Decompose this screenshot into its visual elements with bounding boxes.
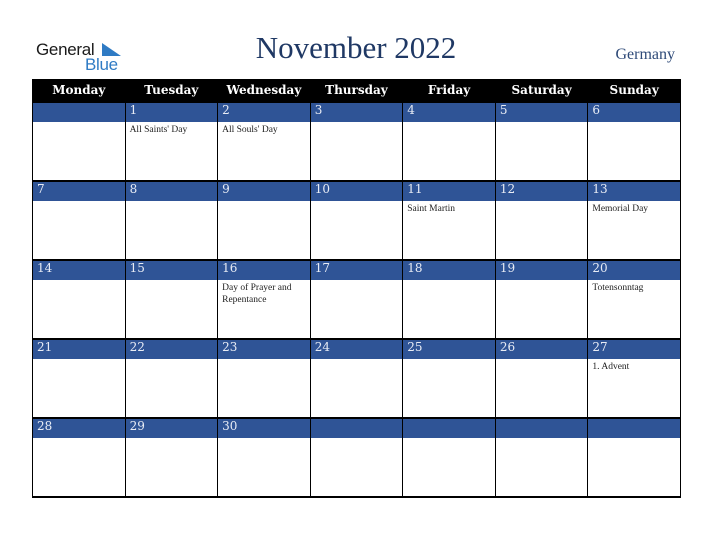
day-cell-event — [494, 201, 589, 260]
day-cell-event — [124, 280, 219, 339]
day-cell-event — [309, 201, 404, 260]
week-number-row: 28 29 30 — [32, 417, 681, 438]
day-cell-event — [124, 359, 219, 418]
day-number: 17 — [309, 259, 404, 280]
day-number: 7 — [32, 180, 126, 201]
day-cell-event — [402, 438, 496, 498]
day-cell-event — [217, 438, 311, 498]
day-cell-event — [309, 438, 404, 498]
day-number: 18 — [402, 259, 496, 280]
week-number-row: 21 22 23 24 25 26 27 — [32, 338, 681, 359]
day-number: 22 — [124, 338, 219, 359]
day-cell-event: All Saints' Day — [124, 122, 219, 181]
weekday-header-row: Monday Tuesday Wednesday Thursday Friday… — [32, 79, 681, 102]
weekday-header: Friday — [402, 79, 496, 102]
day-number: 30 — [217, 417, 311, 438]
day-number: 19 — [494, 259, 589, 280]
day-cell-event: 1. Advent — [587, 359, 681, 418]
weekday-header: Saturday — [494, 79, 589, 102]
day-number: 3 — [309, 101, 404, 122]
weekday-header: Wednesday — [217, 79, 311, 102]
day-cell-event — [309, 280, 404, 339]
day-cell-event — [587, 438, 681, 498]
day-cell-event — [32, 359, 126, 418]
day-number: 24 — [309, 338, 404, 359]
day-number: 21 — [32, 338, 126, 359]
week-number-row: 14 15 16 17 18 19 20 — [32, 259, 681, 280]
day-cell-event — [494, 122, 589, 181]
day-cell-event: Day of Prayer and Repentance — [217, 280, 311, 339]
day-number: 12 — [494, 180, 589, 201]
day-number: 29 — [124, 417, 219, 438]
country-label: Germany — [615, 46, 675, 63]
day-number: 16 — [217, 259, 311, 280]
day-number — [494, 417, 589, 438]
weekday-header: Monday — [32, 79, 126, 102]
day-cell-event — [217, 359, 311, 418]
day-number — [587, 417, 681, 438]
day-number: 5 — [494, 101, 589, 122]
day-cell-event: Totensonntag — [587, 280, 681, 339]
day-cell-event — [124, 201, 219, 260]
week-events-row — [32, 438, 681, 498]
day-cell-event — [309, 122, 404, 181]
day-cell-event — [587, 122, 681, 181]
day-number: 27 — [587, 338, 681, 359]
day-cell-event: Saint Martin — [402, 201, 496, 260]
day-cell-event — [309, 359, 404, 418]
weekday-header: Thursday — [309, 79, 404, 102]
day-cell-event — [494, 280, 589, 339]
day-number: 14 — [32, 259, 126, 280]
week-events-row: 1. Advent — [32, 359, 681, 418]
day-number: 28 — [32, 417, 126, 438]
day-number: 9 — [217, 180, 311, 201]
day-cell-event — [124, 438, 219, 498]
day-cell-event — [494, 438, 589, 498]
week-events-row: Day of Prayer and Repentance Totensonntag — [32, 280, 681, 339]
day-cell-event: Memorial Day — [587, 201, 681, 260]
day-cell-event — [217, 201, 311, 260]
calendar-title: November 2022 — [255, 30, 457, 65]
day-number: 25 — [402, 338, 496, 359]
weekday-header: Tuesday — [124, 79, 219, 102]
week-number-row: 123456 — [32, 101, 681, 122]
day-number: 1 — [124, 101, 219, 122]
day-cell-event — [32, 438, 126, 498]
day-number: 20 — [587, 259, 681, 280]
day-cell-event — [32, 122, 126, 181]
day-number: 10 — [309, 180, 404, 201]
calendar-grid: Monday Tuesday Wednesday Thursday Friday… — [32, 79, 681, 498]
day-number: 15 — [124, 259, 219, 280]
day-number: 4 — [402, 101, 496, 122]
day-number: 8 — [124, 180, 219, 201]
day-number: 26 — [494, 338, 589, 359]
day-cell-event — [32, 201, 126, 260]
week-events-row: All Saints' Day All Souls' Day — [32, 122, 681, 181]
day-cell-event — [32, 280, 126, 339]
week-events-row: Saint Martin Memorial Day — [32, 201, 681, 260]
day-cell-event — [402, 359, 496, 418]
day-number: 6 — [587, 101, 681, 122]
day-cell-event — [402, 280, 496, 339]
day-number: 13 — [587, 180, 681, 201]
day-number: 2 — [217, 101, 311, 122]
day-cell-event — [494, 359, 589, 418]
day-cell-event — [402, 122, 496, 181]
week-number-row: 7 8 9 10 11 12 13 — [32, 180, 681, 201]
day-number — [402, 417, 496, 438]
weekday-header: Sunday — [587, 79, 681, 102]
day-number: 23 — [217, 338, 311, 359]
day-number — [309, 417, 404, 438]
day-cell-event: All Souls' Day — [217, 122, 311, 181]
day-number — [32, 101, 126, 122]
day-number: 11 — [402, 180, 496, 201]
